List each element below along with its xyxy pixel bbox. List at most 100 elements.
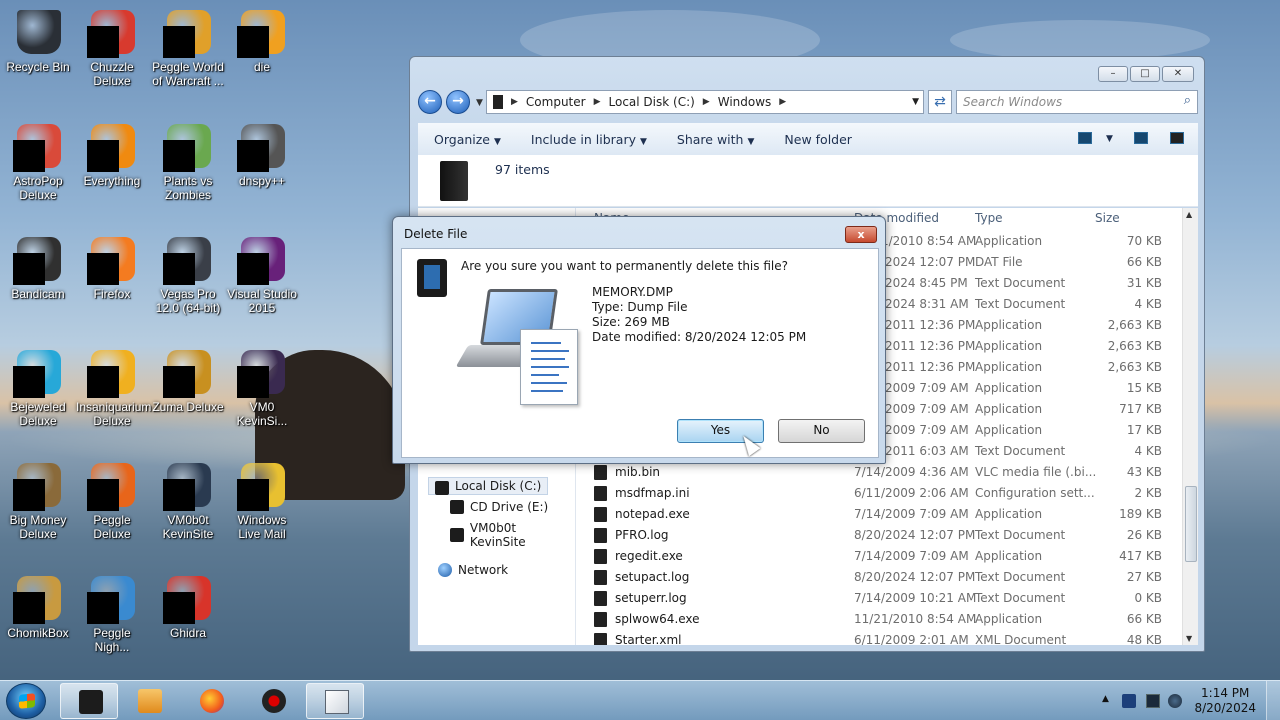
taskbar-media-player-button[interactable]: [120, 683, 178, 719]
file-row[interactable]: regedit.exe 7/14/2009 7:09 AM Application 4…: [576, 546, 1180, 567]
refresh-button[interactable]: ⇄: [928, 90, 952, 114]
desktop-icon[interactable]: AstroPop Deluxe: [0, 118, 76, 202]
desktop-icon[interactable]: Chuzzle Deluxe: [74, 4, 150, 88]
desktop-icon[interactable]: Zuma Deluxe: [150, 344, 226, 414]
network-tray-icon[interactable]: [1146, 694, 1160, 708]
address-bar[interactable]: ▶ Computer ▶ Local Disk (C:) ▶ Windows ▶…: [486, 90, 924, 114]
file-row[interactable]: Starter.xml 6/11/2009 2:01 AM XML Document…: [576, 630, 1180, 645]
desktop-icon[interactable]: dnspy++: [224, 118, 300, 188]
desktop-icon[interactable]: Bandicam: [0, 231, 76, 301]
desktop-icon[interactable]: Vegas Pro 12.0 (64-bit): [150, 231, 226, 315]
address-dropdown-icon[interactable]: ▼: [912, 97, 919, 107]
file-row[interactable]: mib.bin 7/14/2009 4:36 AM VLC media file (…: [576, 462, 1180, 483]
file-date: 8/20/2024 12:07 PM: [854, 570, 976, 584]
nav-item-local-disk[interactable]: Local Disk (C:): [428, 477, 549, 495]
chomikbox-icon: [13, 574, 63, 624]
file-row[interactable]: setuperr.log 7/14/2009 10:21 AM Text Docum…: [576, 588, 1180, 609]
scrollbar-thumb[interactable]: [1185, 486, 1197, 562]
scroll-up-icon[interactable]: ▲: [1186, 210, 1192, 219]
file-row[interactable]: splwow64.exe 11/21/2010 8:54 AM Applicatio…: [576, 609, 1180, 630]
desktop-icon[interactable]: VM0b0t KevinSite: [150, 457, 226, 541]
breadcrumb-separator-icon[interactable]: ▶: [594, 97, 601, 107]
breadcrumb-separator-icon[interactable]: ▶: [779, 97, 786, 107]
organize-button[interactable]: Organize ▼: [434, 132, 501, 147]
volume-tray-icon[interactable]: [1168, 694, 1182, 708]
include-in-library-button[interactable]: Include in library ▼: [531, 132, 647, 147]
desktop-icon[interactable]: Peggle World of Warcraft ...: [150, 4, 226, 88]
view-options-chevron-icon[interactable]: ▼: [1106, 134, 1113, 144]
recent-pages-chevron-icon[interactable]: ▼: [476, 98, 483, 108]
file-size: 417 KB: [1119, 549, 1162, 563]
breadcrumb-separator-icon[interactable]: ▶: [511, 97, 518, 107]
file-row[interactable]: PFRO.log 8/20/2024 12:07 PM Text Document 2…: [576, 525, 1180, 546]
desktop-icon[interactable]: Firefox: [74, 231, 150, 301]
share-with-button[interactable]: Share with ▼: [677, 132, 755, 147]
bejeweled-icon: [13, 348, 63, 398]
taskbar-firefox-button[interactable]: [182, 683, 240, 719]
recycle-bin-icon: [13, 8, 63, 58]
desktop-icon[interactable]: VM0 KevinSi...: [224, 344, 300, 428]
start-button[interactable]: [6, 683, 46, 719]
dialog-question: Are you sure you want to permanently del…: [461, 259, 788, 273]
file-size: Size: 269 MB: [592, 315, 670, 329]
column-header-type[interactable]: Type: [975, 211, 1003, 231]
file-row[interactable]: msdfmap.ini 6/11/2009 2:06 AM Configuratio…: [576, 483, 1180, 504]
insaniquarium-icon: [87, 348, 137, 398]
breadcrumb-windows[interactable]: Windows: [718, 95, 772, 109]
close-window-button[interactable]: ✕: [1162, 66, 1194, 82]
desktop-icon[interactable]: ChomikBox: [0, 570, 76, 640]
breadcrumb-computer[interactable]: Computer: [526, 95, 586, 109]
desktop-icon[interactable]: Ghidra: [150, 570, 226, 640]
forward-button[interactable]: →: [446, 90, 470, 114]
desktop-icon-label: Bandicam: [11, 287, 65, 301]
desktop-icon[interactable]: Everything: [74, 118, 150, 188]
desktop-icon[interactable]: Plants vs Zombies: [150, 118, 226, 202]
taskbar-bandicam-button[interactable]: [244, 683, 302, 719]
column-header-size[interactable]: Size: [1095, 211, 1120, 231]
vertical-scrollbar[interactable]: ▲ ▼: [1182, 208, 1198, 645]
taskbar-vegas-button[interactable]: [306, 683, 364, 719]
action-center-flag-icon[interactable]: [1122, 694, 1136, 708]
nav-item-network[interactable]: Network: [438, 563, 508, 577]
show-hidden-icons-icon[interactable]: ▲: [1102, 694, 1116, 708]
nav-item-label: VM0b0t KevinSite: [469, 521, 526, 549]
desktop-icon[interactable]: Bejeweled Deluxe: [0, 344, 76, 428]
search-icon[interactable]: ⌕: [1184, 93, 1191, 108]
preview-pane-icon[interactable]: [1134, 132, 1148, 144]
breadcrumb-local-disk[interactable]: Local Disk (C:): [609, 95, 695, 109]
nav-item-vm-share[interactable]: VM0b0t KevinSite: [450, 521, 575, 549]
no-button[interactable]: No: [778, 419, 865, 443]
search-input[interactable]: Search Windows ⌕: [956, 90, 1198, 114]
desktop-icon[interactable]: Peggle Deluxe: [74, 457, 150, 541]
folder-icon: [493, 95, 503, 109]
tray-clock[interactable]: 1:14 PM 8/20/2024: [1194, 686, 1256, 716]
dialog-close-button[interactable]: x: [845, 226, 877, 243]
nav-item-cd-drive[interactable]: CD Drive (E:): [450, 500, 548, 514]
desktop-icon[interactable]: Peggle Nigh...: [74, 570, 150, 654]
show-desktop-button[interactable]: [1266, 681, 1280, 720]
desktop-icon[interactable]: die: [224, 4, 300, 74]
maximize-button[interactable]: □: [1130, 66, 1160, 82]
delete-file-dialog[interactable]: Delete File x Are you sure you want to p…: [392, 216, 886, 464]
change-view-icon[interactable]: [1078, 132, 1092, 144]
back-button[interactable]: ←: [418, 90, 442, 114]
taskbar-explorer-button[interactable]: [60, 683, 118, 719]
desktop-icon[interactable]: Recycle Bin: [0, 4, 76, 74]
desktop-icon[interactable]: Big Money Deluxe: [0, 457, 76, 541]
desktop-icon[interactable]: Visual Studio 2015: [224, 231, 300, 315]
file-date: 7/14/2009 7:09 AM: [854, 549, 969, 563]
file-type: Text Document: [975, 444, 1066, 458]
file-name: Starter.xml: [615, 633, 682, 645]
file-row[interactable]: setupact.log 8/20/2024 12:07 PM Text Docum…: [576, 567, 1180, 588]
file-row[interactable]: notepad.exe 7/14/2009 7:09 AM Application 1…: [576, 504, 1180, 525]
desktop-icon-label: Peggle Nigh...: [93, 626, 131, 654]
breadcrumb-separator-icon[interactable]: ▶: [703, 97, 710, 107]
desktop-icon[interactable]: Insaniquarium Deluxe: [74, 344, 151, 428]
desktop-icon[interactable]: Windows Live Mail: [224, 457, 300, 541]
file-info: MEMORY.DMP Type: Dump File Size: 269 MB …: [592, 285, 806, 345]
new-folder-button[interactable]: New folder: [784, 132, 852, 147]
scroll-down-icon[interactable]: ▼: [1186, 634, 1192, 643]
file-type: Text Document: [975, 276, 1066, 290]
help-icon[interactable]: [1170, 132, 1184, 144]
minimize-button[interactable]: –: [1098, 66, 1128, 82]
